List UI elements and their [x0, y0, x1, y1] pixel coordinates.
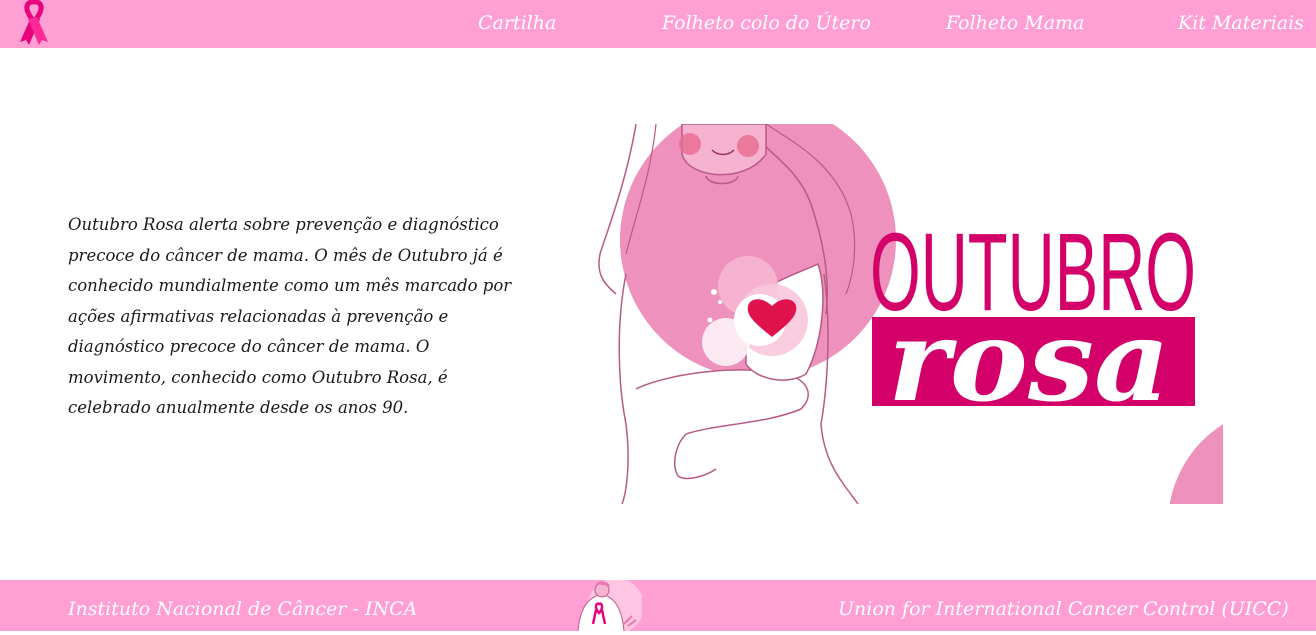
- top-navbar: Cartilha Folheto colo do Útero Folheto M…: [0, 0, 1316, 48]
- nav-folheto-colo-utero-link[interactable]: Folheto colo do Útero: [662, 10, 871, 36]
- footer-uicc-link[interactable]: Union for International Cancer Control (…: [838, 596, 1289, 622]
- footer-inca-link[interactable]: Instituto Nacional de Câncer - INCA: [68, 596, 417, 622]
- nav-kit-materiais-link[interactable]: Kit Materiais: [1178, 10, 1304, 36]
- hero-title-rosa: rosa: [888, 296, 1170, 427]
- nav-folheto-mama-link[interactable]: Folheto Mama: [946, 10, 1084, 36]
- intro-paragraph: Outubro Rosa alerta sobre prevenção e di…: [68, 215, 512, 417]
- woman-illustration-icon: [566, 578, 644, 634]
- nav-cartilha-link[interactable]: Cartilha: [478, 10, 556, 36]
- footer-bar: Instituto Nacional de Câncer - INCA Unio…: [0, 578, 1316, 634]
- pink-ribbon-icon[interactable]: [14, 0, 54, 46]
- outubro-rosa-banner: OUTUBRO rosa: [596, 124, 1223, 504]
- corner-circle: [1169, 424, 1223, 504]
